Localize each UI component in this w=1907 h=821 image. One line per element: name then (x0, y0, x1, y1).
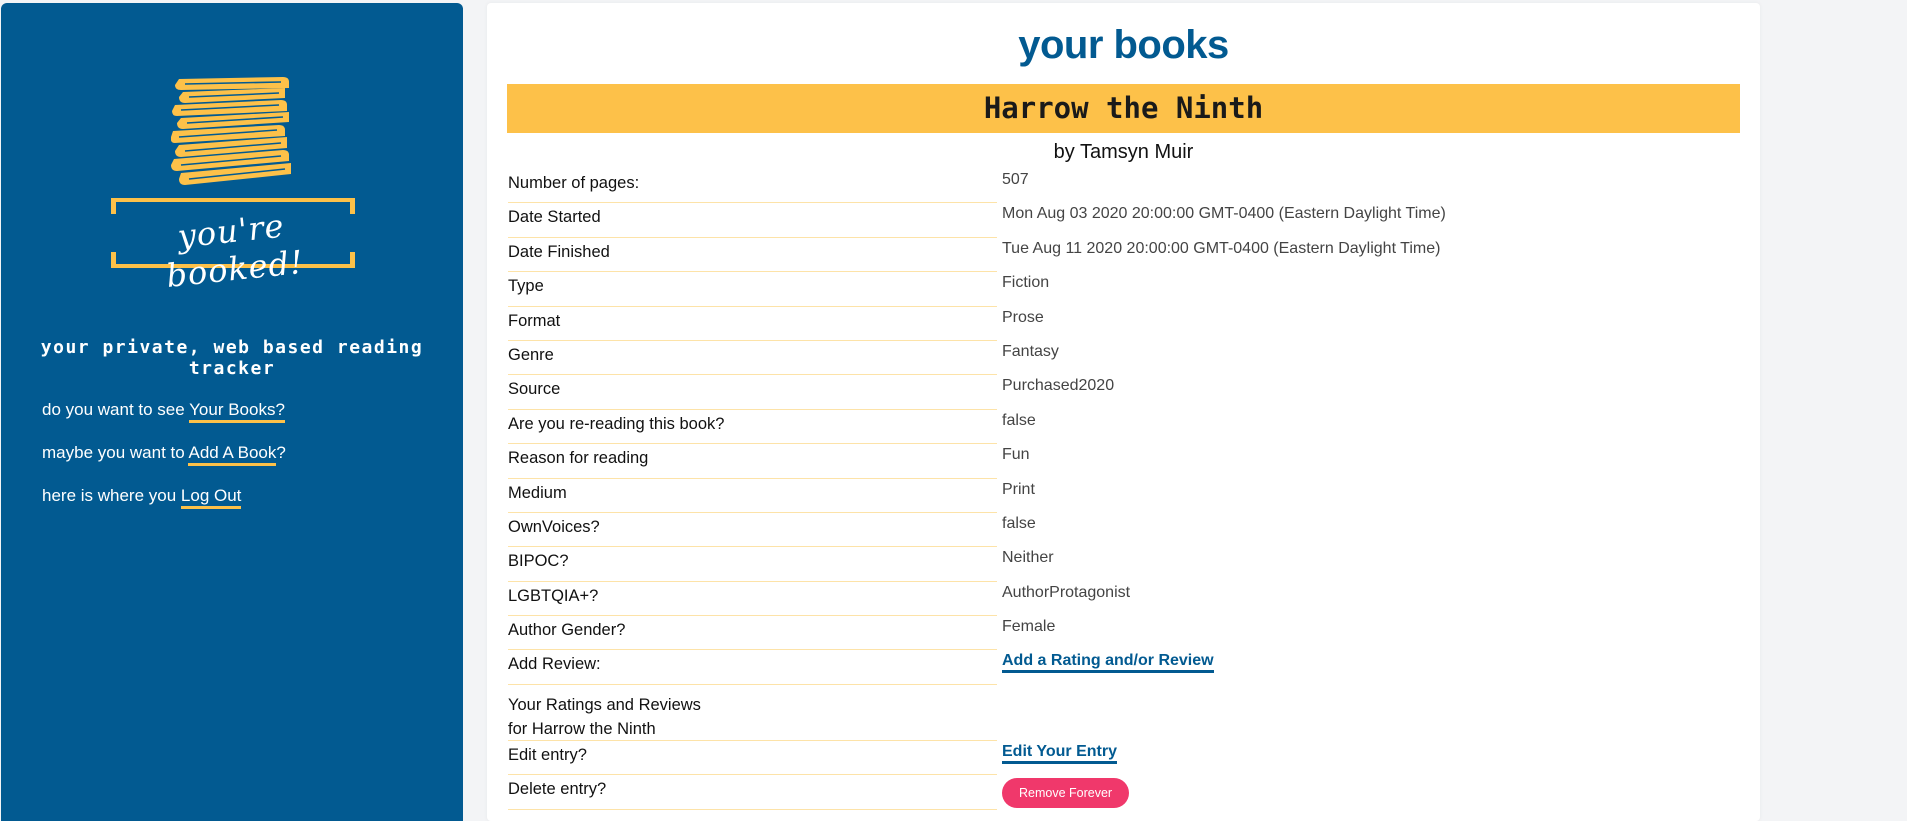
book-details-table: Number of pages: 507 Date Started Mon Au… (508, 169, 1738, 810)
detail-value: Fiction (1002, 274, 1050, 292)
detail-value: Fun (1002, 446, 1030, 464)
nav-prefix: maybe you want to (42, 443, 189, 462)
detail-label: Type (508, 272, 997, 307)
ratings-label-line1: Your Ratings and Reviews (508, 695, 701, 714)
ratings-row: Your Ratings and Reviews for Harrow the … (508, 685, 1738, 741)
edit-value: Edit Your Entry (1002, 742, 1117, 764)
detail-label: BIPOC? (508, 547, 997, 582)
nav-prefix: here is where you (42, 486, 181, 505)
ratings-label-line2: for Harrow the Ninth (508, 719, 656, 738)
logo-frame: you're booked! (111, 198, 355, 295)
detail-row: Date Finished Tue Aug 11 2020 20:00:00 G… (508, 238, 1738, 273)
detail-value: AuthorProtagonist (1002, 583, 1131, 601)
main-card: your books Harrow the Ninth by Tamsyn Mu… (487, 3, 1760, 821)
detail-row: Reason for reading Fun (508, 444, 1738, 479)
remove-forever-button[interactable]: Remove Forever (1002, 778, 1130, 809)
detail-value: Mon Aug 03 2020 20:00:00 GMT-0400 (Easte… (1002, 205, 1446, 223)
detail-row: Date Started Mon Aug 03 2020 20:00:00 GM… (508, 203, 1738, 238)
detail-row: Type Fiction (508, 272, 1738, 307)
detail-label: Medium (508, 479, 997, 513)
nav-your-books-line: do you want to see Your Books? (42, 400, 285, 423)
detail-label: Date Finished (508, 238, 997, 273)
detail-row: Author Gender? Female (508, 616, 1738, 651)
detail-label: Reason for reading (508, 444, 997, 479)
detail-label: OwnVoices? (508, 513, 997, 548)
edit-label: Edit entry? (508, 741, 997, 776)
nav-add-book-line: maybe you want to Add A Book? (42, 443, 286, 466)
detail-label: Author Gender? (508, 616, 997, 651)
detail-value: Tue Aug 11 2020 20:00:00 GMT-0400 (Easte… (1002, 239, 1441, 257)
edit-row: Edit entry? Edit Your Entry (508, 741, 1738, 776)
detail-row: Number of pages: 507 (508, 169, 1738, 204)
detail-row: OwnVoices? false (508, 513, 1738, 548)
detail-row: BIPOC? Neither (508, 547, 1738, 582)
detail-row: Genre Fantasy (508, 341, 1738, 376)
logo-text: you're booked! (164, 206, 306, 295)
detail-value: Fantasy (1002, 342, 1059, 360)
add-review-value: Add a Rating and/or Review (1002, 652, 1214, 674)
detail-row: Source Purchased2020 (508, 375, 1738, 410)
delete-label: Delete entry? (508, 775, 997, 810)
detail-row: Are you re-reading this book? false (508, 410, 1738, 445)
log-out-link[interactable]: Log Out (180, 486, 242, 509)
detail-row: Format Prose (508, 307, 1738, 341)
detail-row: Medium Print (508, 479, 1738, 513)
book-stack-icon (171, 77, 291, 185)
detail-value: false (1002, 411, 1036, 429)
detail-value: Purchased2020 (1002, 377, 1115, 395)
detail-label: Format (508, 307, 997, 341)
tagline: your private, web based reading tracker (40, 337, 424, 379)
ratings-label: Your Ratings and Reviews for Harrow the … (508, 685, 997, 741)
add-book-link[interactable]: Add A Book (188, 443, 277, 466)
detail-value: Print (1002, 480, 1035, 498)
detail-label: Source (508, 375, 997, 410)
detail-row: LGBTQIA+? AuthorProtagonist (508, 582, 1738, 617)
nav-log-out-line: here is where you Log Out (42, 486, 242, 509)
detail-label: LGBTQIA+? (508, 582, 997, 617)
add-review-label: Add Review: (508, 650, 997, 685)
detail-label: Number of pages: (508, 169, 997, 204)
book-title: Harrow the Ninth (507, 84, 1740, 133)
detail-value: false (1002, 514, 1036, 532)
detail-value: Prose (1002, 308, 1044, 326)
edit-entry-link[interactable]: Edit Your Entry (1002, 742, 1117, 764)
detail-label: Date Started (508, 203, 997, 238)
add-review-link[interactable]: Add a Rating and/or Review (1002, 652, 1214, 674)
add-review-row: Add Review: Add a Rating and/or Review (508, 650, 1738, 685)
detail-label: Are you re-reading this book? (508, 410, 997, 445)
detail-value: Female (1002, 618, 1056, 636)
detail-label: Genre (508, 341, 997, 376)
detail-value: Neither (1002, 549, 1054, 567)
detail-value: 507 (1002, 171, 1029, 188)
nav-suffix: ? (276, 443, 286, 462)
your-books-link[interactable]: Your Books? (189, 400, 285, 423)
author-line: by Tamsyn Muir (1053, 141, 1194, 163)
delete-row: Delete entry? Remove Forever (508, 775, 1738, 810)
delete-value: Remove Forever (1002, 775, 1130, 809)
page-title: your books (1018, 23, 1229, 67)
sidebar: you're booked! your private, web based r… (1, 3, 463, 821)
nav-prefix: do you want to see (42, 400, 190, 419)
